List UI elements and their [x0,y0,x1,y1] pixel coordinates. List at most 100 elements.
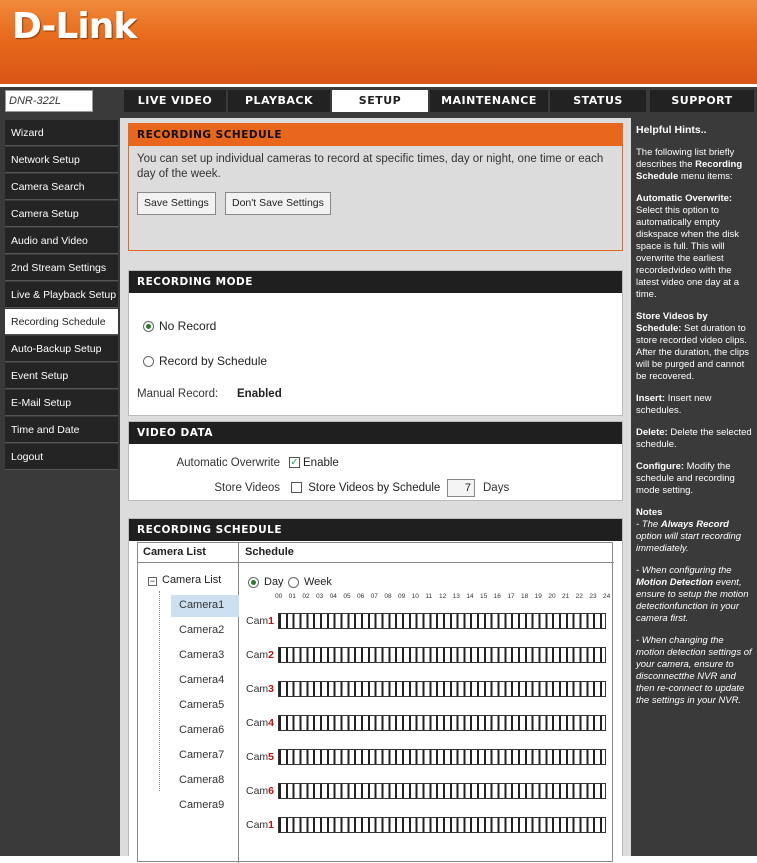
model-name: DNR-322L [5,90,93,112]
sidebar-item-2nd-stream[interactable]: 2nd Stream Settings [5,255,118,281]
cam-row-label: Cam1 [246,819,275,831]
tree-collapse-icon[interactable]: − [148,577,157,586]
store-by-schedule-checkbox[interactable] [291,482,302,494]
no-record-radio[interactable] [143,321,154,333]
hour-label: 11 [425,593,433,600]
sidebar-item-audio-video[interactable]: Audio and Video [5,228,118,254]
hour-label: 05 [343,593,351,600]
note2-bold: Motion Detection [636,577,714,588]
camera-item[interactable]: Camera8 [171,770,239,792]
schedule-bar[interactable] [278,681,606,697]
hour-label: 06 [357,593,365,600]
overwrite-option[interactable]: ✓ Enable [289,457,339,469]
cam-row-label: Cam5 [246,751,275,763]
days-unit: Days [483,482,510,494]
sidebar-item-recording-schedule[interactable]: Recording Schedule [5,309,118,335]
store-days-input[interactable]: 7 [447,479,475,497]
hint-insert-title: Insert: [636,393,666,404]
dont-save-settings-button[interactable]: Don't Save Settings [225,192,331,215]
sidebar-item-camera-search[interactable]: Camera Search [5,174,118,200]
camera-item[interactable]: Camera4 [171,670,239,692]
manual-record-value: Enabled [237,388,282,400]
store-by-schedule-option[interactable]: Store Videos by Schedule [291,482,440,494]
sidebar-item-network-setup[interactable]: Network Setup [5,147,118,173]
tab-live-video[interactable]: LIVE VIDEO [124,90,226,112]
day-option[interactable]: Day [248,576,284,588]
cam-row-label: Cam4 [246,717,275,729]
schedule-bar[interactable] [278,647,606,663]
record-by-schedule-option[interactable]: Record by Schedule [143,354,267,368]
schedule-bar[interactable] [278,817,606,833]
hour-label: 20 [548,593,556,600]
tab-support[interactable]: SUPPORT [650,90,754,112]
intro-panel: RECORDING SCHEDULE You can set up indivi… [128,123,623,251]
day-radio[interactable] [248,576,259,588]
week-option[interactable]: Week [288,576,332,588]
sidebar-item-camera-setup[interactable]: Camera Setup [5,201,118,227]
intro-body: You can set up individual cameras to rec… [129,146,622,250]
camera-item[interactable]: Camera1 [171,595,239,617]
hour-label: 13 [452,593,460,600]
camera-item[interactable]: Camera9 [171,795,239,817]
camera-item[interactable]: Camera7 [171,745,239,767]
schedule-table: Camera List Schedule − Camera List Camer… [137,542,614,863]
tree-line [159,591,160,791]
recording-mode-title: RECORDING MODE [129,271,622,293]
hour-label: 07 [370,593,378,600]
sidebar-item-email-setup[interactable]: E-Mail Setup [5,390,118,416]
day-label: Day [264,576,284,588]
tab-playback[interactable]: PLAYBACK [228,90,330,112]
hour-label: 16 [493,593,501,600]
camera-item[interactable]: Camera6 [171,720,239,742]
tab-setup[interactable]: SETUP [332,90,428,112]
schedule-header: Schedule [245,546,294,558]
dlink-logo: D-Link [12,6,137,47]
schedule-bar[interactable] [278,715,606,731]
cam-row-label: Cam2 [246,649,275,661]
overwrite-checkbox[interactable]: ✓ [289,457,300,469]
sidebar-item-logout[interactable]: Logout [5,444,118,470]
save-settings-button[interactable]: Save Settings [137,192,216,215]
week-radio[interactable] [288,576,299,588]
sidebar-item-time-date[interactable]: Time and Date [5,417,118,443]
hour-label: 23 [589,593,597,600]
hour-label: 10 [411,593,419,600]
cam-row-label: Cam3 [246,683,275,695]
no-record-label: No Record [159,319,217,333]
recording-mode-panel: RECORDING MODE No Record Record by Sched… [128,270,623,416]
hour-label: 03 [316,593,324,600]
tab-status[interactable]: STATUS [550,90,646,112]
intro-title: RECORDING SCHEDULE [129,124,622,146]
sidebar-item-event-setup[interactable]: Event Setup [5,363,118,389]
tab-maintenance[interactable]: MAINTENANCE [430,90,548,112]
sidebar-item-live-playback[interactable]: Live & Playback Setup [5,282,118,308]
intro-buttons: Save Settings Don't Save Settings [137,192,614,215]
camera-item[interactable]: Camera5 [171,695,239,717]
hour-label: 15 [480,593,488,600]
hour-label: 19 [534,593,542,600]
tree-root[interactable]: Camera List [162,574,221,586]
camera-item[interactable]: Camera2 [171,620,239,642]
recording-schedule-title: RECORDING SCHEDULE [129,519,622,541]
sidebar-item-wizard[interactable]: Wizard [5,120,118,146]
hour-label: 17 [507,593,515,600]
schedule-bar[interactable] [278,783,606,799]
hint-notes-title: Notes [636,507,663,518]
cam-row-label: Cam6 [246,785,275,797]
schedule-bar[interactable] [278,613,606,629]
intro-text: You can set up individual cameras to rec… [137,153,604,180]
helpful-hints-panel: Helpful Hints.. The following list brief… [631,118,757,856]
camera-item[interactable]: Camera3 [171,645,239,667]
hour-label: 14 [466,593,474,600]
no-record-option[interactable]: No Record [143,319,216,333]
hour-label: 21 [562,593,570,600]
note3: - When changing the motion detection set… [636,635,752,706]
schedule-bar[interactable] [278,749,606,765]
sidebar-item-auto-backup[interactable]: Auto-Backup Setup [5,336,118,362]
store-by-schedule-label: Store Videos by Schedule [308,482,441,494]
manual-record-label: Manual Record: [137,388,219,400]
record-by-schedule-radio[interactable] [143,356,154,368]
hour-label: 09 [398,593,406,600]
hour-label: 04 [329,593,337,600]
video-data-title: VIDEO DATA [129,422,622,444]
